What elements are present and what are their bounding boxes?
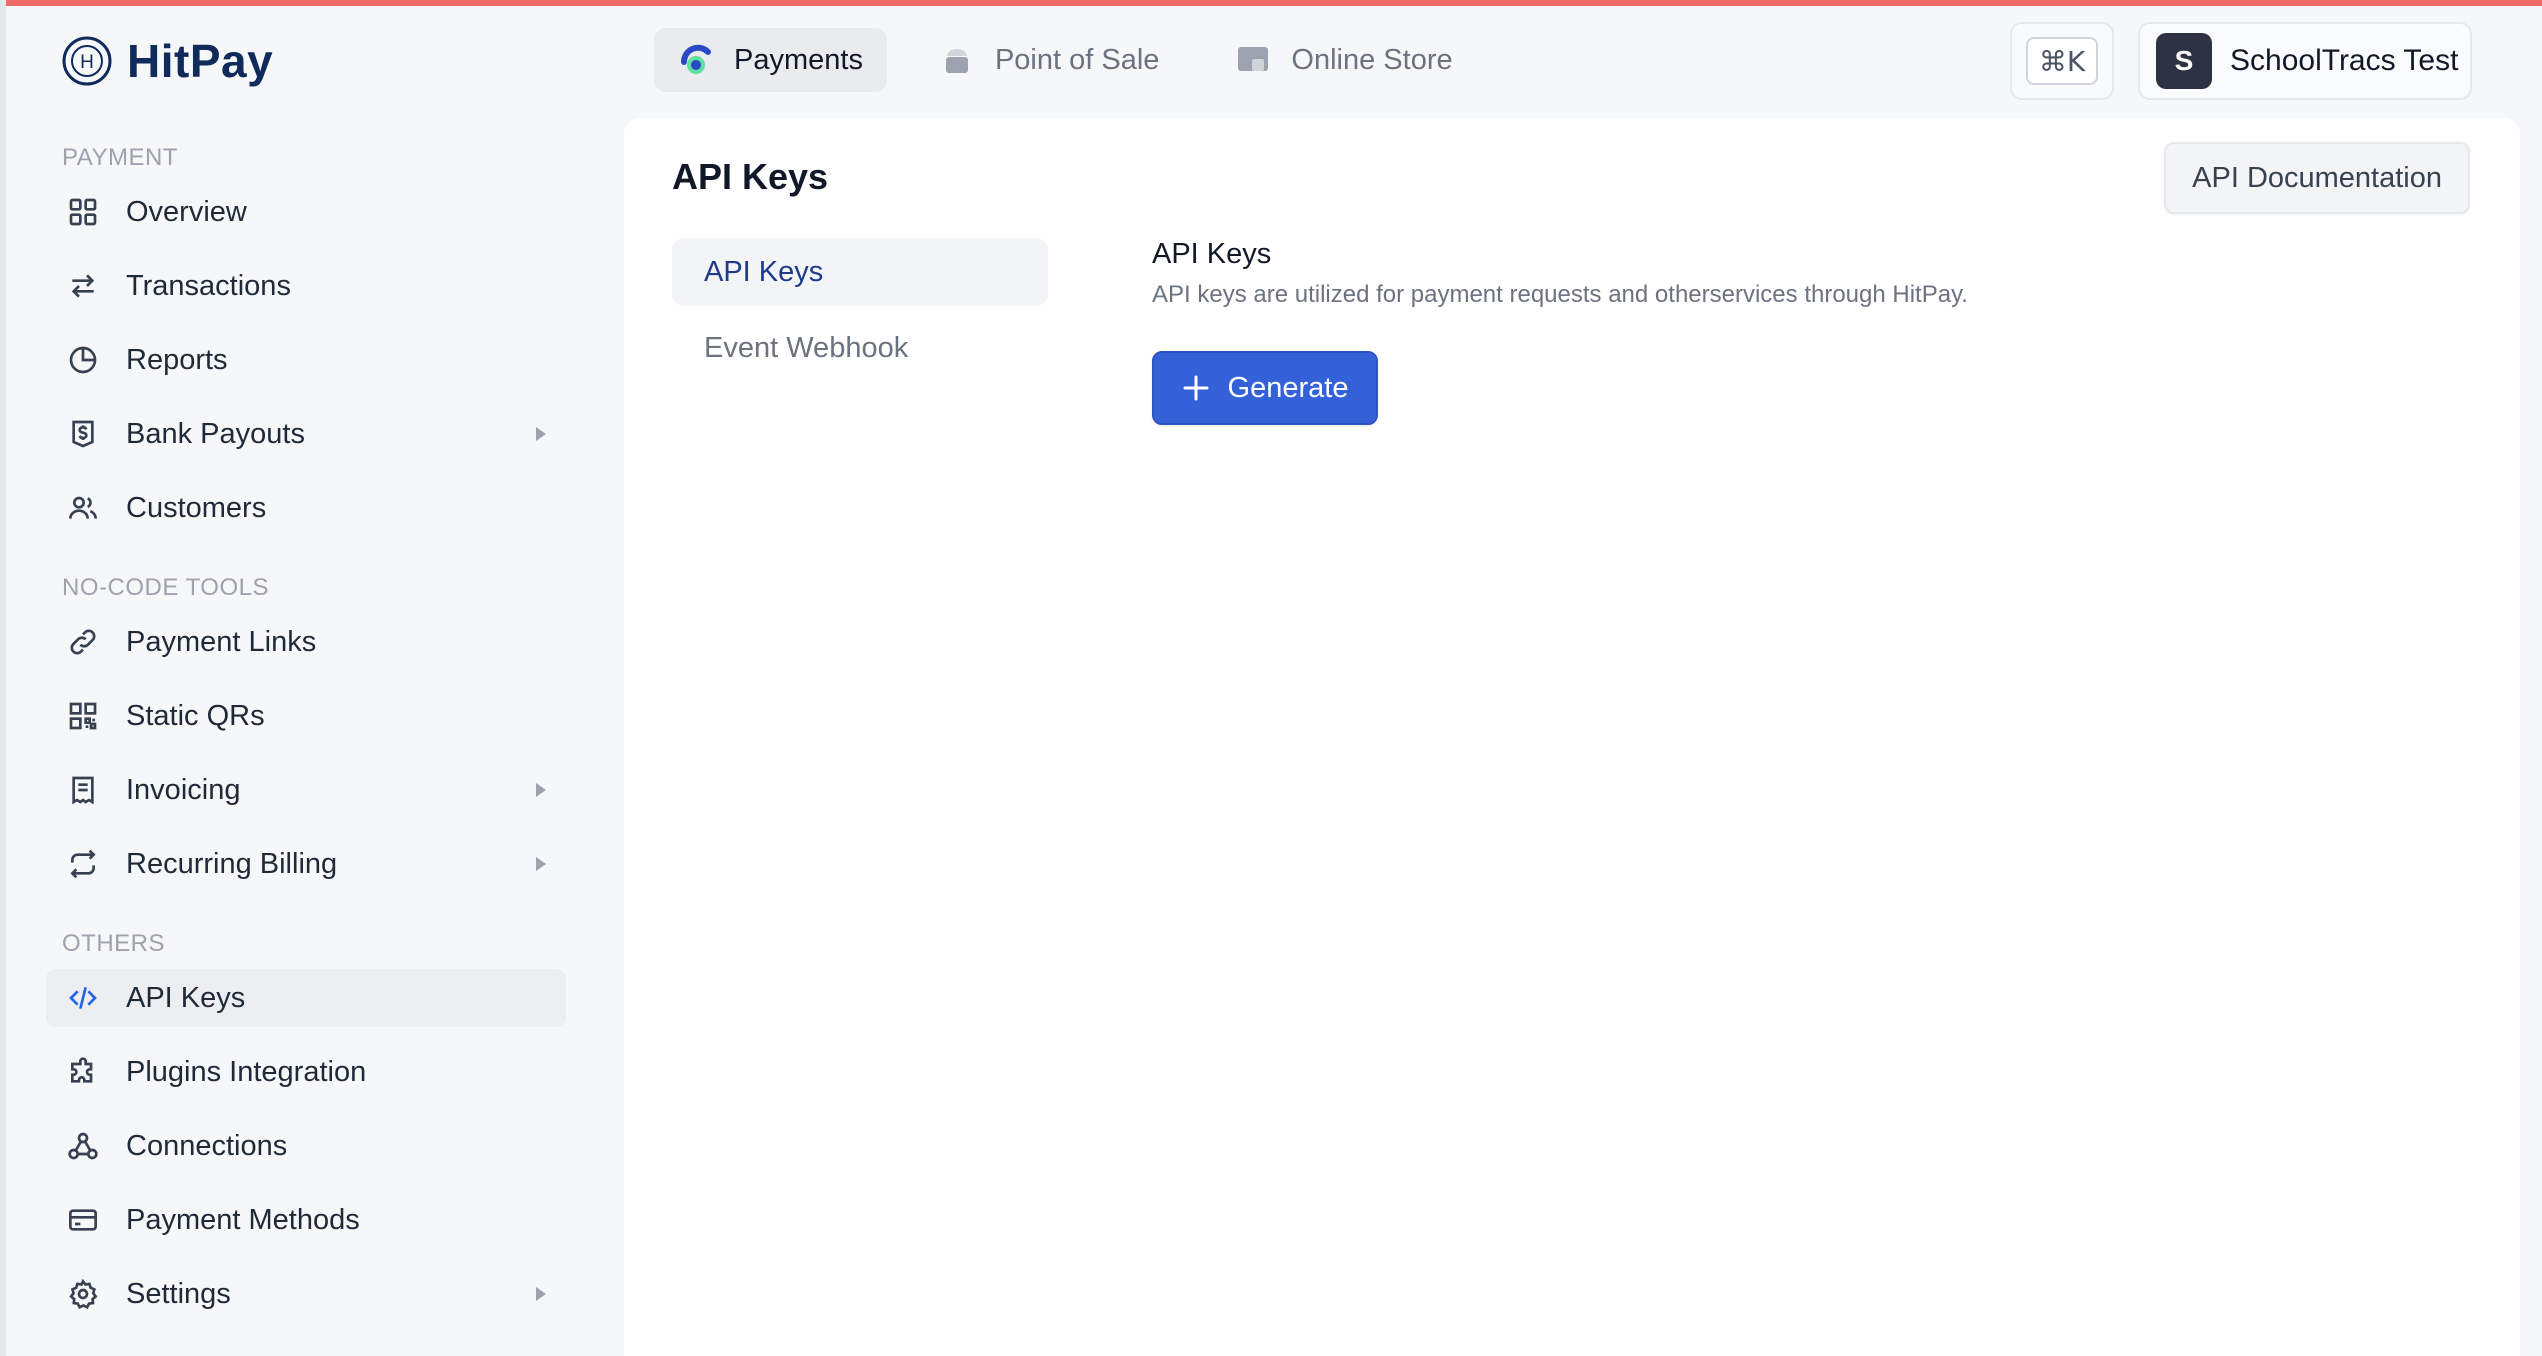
sidebar-item-label: Settings <box>126 1277 231 1310</box>
receipt-icon <box>66 773 100 807</box>
main-panel: API Keys API Documentation API Keys Even… <box>624 118 2520 1356</box>
sidebar-item-reports[interactable]: Reports <box>46 331 566 389</box>
svg-text:H: H <box>80 52 94 73</box>
qr-icon <box>66 699 100 733</box>
sidebar-item-label: Connections <box>126 1129 288 1162</box>
arrows-swap-icon <box>66 269 100 303</box>
section-description: API keys are utilized for payment reques… <box>1152 281 1968 308</box>
command-palette-button[interactable]: ⌘K <box>2010 22 2114 100</box>
api-documentation-button[interactable]: API Documentation <box>2164 142 2470 214</box>
generate-button[interactable]: Generate <box>1152 351 1378 425</box>
sidebar-item-recurring-billing[interactable]: Recurring Billing <box>46 835 566 893</box>
repeat-icon <box>66 847 100 881</box>
sidebar-item-invoicing[interactable]: Invoicing <box>46 761 566 819</box>
section-title: API Keys <box>1152 238 1272 270</box>
sidebar-item-customers[interactable]: Customers <box>46 479 566 537</box>
section-label-payment: PAYMENT <box>62 144 178 171</box>
generate-button-label: Generate <box>1227 371 1349 404</box>
sidebar-item-label: Transactions <box>126 269 291 302</box>
sidebar-item-settings[interactable]: Settings <box>46 1265 566 1323</box>
subnav-item-event-webhook[interactable]: Event Webhook <box>672 314 1048 382</box>
plus-icon <box>1183 375 1209 401</box>
sidebar: H HitPay PAYMENT Overview Transactions R… <box>6 6 624 1356</box>
sidebar-item-overview[interactable]: Overview <box>46 183 566 241</box>
section-label-no-code-tools: NO-CODE TOOLS <box>62 574 269 601</box>
avatar: S <box>2156 33 2212 89</box>
hitpay-logo-icon: H <box>62 36 112 86</box>
sidebar-item-label: Customers <box>126 491 267 524</box>
sidebar-item-transactions[interactable]: Transactions <box>46 257 566 315</box>
page-title: API Keys <box>672 156 829 197</box>
tab-label: Payments <box>734 43 863 76</box>
sidebar-item-connections[interactable]: Connections <box>46 1117 566 1175</box>
account-name: SchoolTracs Test <box>2230 44 2459 77</box>
expand-arrow-icon <box>536 427 546 441</box>
account-switcher[interactable]: S SchoolTracs Test <box>2138 22 2472 100</box>
code-icon <box>66 981 100 1015</box>
link-icon <box>66 625 100 659</box>
sidebar-item-label: Payment Links <box>126 625 317 658</box>
tab-label: Point of Sale <box>994 43 1160 76</box>
tab-online-store[interactable]: Online Store <box>1211 28 1476 92</box>
section-label-others: OTHERS <box>62 930 166 957</box>
expand-arrow-icon <box>536 1287 546 1301</box>
expand-arrow-icon <box>536 857 546 871</box>
sidebar-item-label: Invoicing <box>126 773 241 806</box>
pie-chart-icon <box>66 343 100 377</box>
sidebar-item-label: API Keys <box>126 981 246 1014</box>
sidebar-item-label: Overview <box>126 195 247 228</box>
api-keys-section: API Keys API keys are utilized for payme… <box>1152 238 1968 425</box>
command-shortcut-key: ⌘K <box>2026 37 2098 85</box>
puzzle-icon <box>66 1055 100 1089</box>
dollar-shield-icon <box>66 417 100 451</box>
sidebar-item-label: Reports <box>126 343 228 376</box>
sidebar-item-label: Bank Payouts <box>126 417 305 450</box>
sidebar-item-payment-methods[interactable]: Payment Methods <box>46 1191 566 1249</box>
users-icon <box>66 491 100 525</box>
brand-name: HitPay <box>127 35 274 87</box>
grid-icon <box>66 195 100 229</box>
payments-icon <box>680 44 711 74</box>
card-icon <box>66 1203 100 1237</box>
tab-payments[interactable]: Payments <box>654 28 887 92</box>
sidebar-item-label: Static QRs <box>126 699 265 732</box>
expand-arrow-icon <box>536 783 546 797</box>
gear-icon <box>66 1277 100 1311</box>
sidebar-item-label: Payment Methods <box>126 1203 360 1236</box>
tab-point-of-sale[interactable]: Point of Sale <box>915 28 1183 92</box>
sidebar-item-label: Plugins Integration <box>126 1055 367 1088</box>
tab-label: Online Store <box>1291 43 1453 76</box>
pos-icon <box>945 49 968 73</box>
network-icon <box>66 1129 100 1163</box>
store-icon <box>1238 47 1269 71</box>
sidebar-item-static-qrs[interactable]: Static QRs <box>46 687 566 745</box>
sidebar-item-api-keys[interactable]: API Keys <box>46 969 566 1027</box>
product-tabs: Payments Point of Sale Online Store <box>654 28 1477 92</box>
sidebar-item-payment-links[interactable]: Payment Links <box>46 613 566 671</box>
sidebar-item-bank-payouts[interactable]: Bank Payouts <box>46 405 566 463</box>
sidebar-item-label: Recurring Billing <box>126 847 338 880</box>
brand-logo[interactable]: H HitPay <box>61 34 273 88</box>
api-subnav: API Keys Event Webhook <box>672 238 1048 390</box>
subnav-item-api-keys[interactable]: API Keys <box>672 238 1048 306</box>
sidebar-item-plugins-integration[interactable]: Plugins Integration <box>46 1043 566 1101</box>
